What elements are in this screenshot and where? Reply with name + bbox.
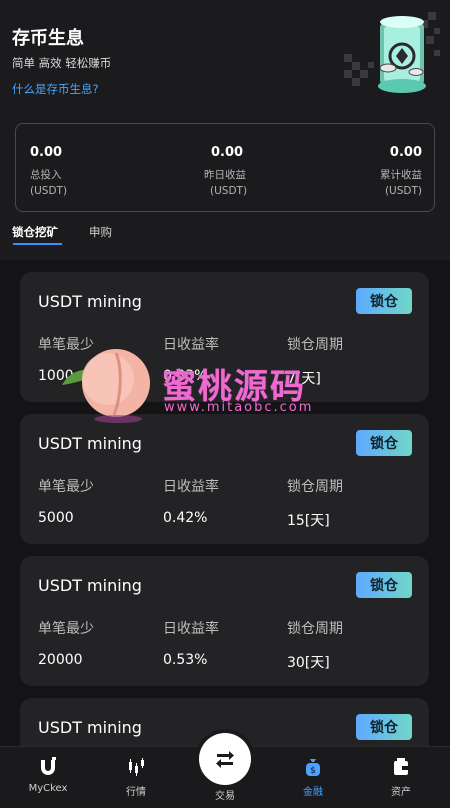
stat-value: 0.00 — [30, 145, 63, 160]
trade-button[interactable] — [199, 733, 251, 785]
earnings-summary: 0.00 总投入 (USDT) 0.00 昨日收益 (USDT) 0.00 累计… — [15, 123, 435, 212]
total-investment-stat: 0.00 总投入 (USDT) — [30, 124, 170, 213]
active-tab-indicator — [13, 243, 62, 245]
product-title: USDT mining — [38, 434, 142, 453]
magnet-logo-icon — [13, 755, 83, 779]
min-amount-label: 单笔最少 — [38, 337, 94, 353]
market-icon — [101, 755, 171, 779]
nav-item-finance[interactable]: $ 金融 — [278, 755, 348, 798]
nav-label-trade: 交易 — [215, 791, 235, 802]
nav-label: 行情 — [126, 787, 146, 798]
daily-rate: 日收益率 0.53% — [163, 618, 219, 668]
stat-label: 昨日收益 — [204, 169, 246, 181]
lock-period-value: 7[天] — [287, 371, 321, 387]
swap-icon — [216, 751, 234, 768]
tab-subscribe[interactable]: 申购 — [89, 224, 112, 240]
lock-button[interactable]: 锁仓 — [356, 288, 412, 314]
daily-rate: 日收益率 0.42% — [163, 476, 219, 526]
daily-rate-value: 0.53% — [163, 652, 208, 668]
stat-label: 累计收益 — [380, 169, 422, 181]
hero-illustration-icon — [344, 12, 440, 93]
product-card[interactable]: USDT mining 锁仓 单笔最少 20000 日收益率 0.53% 锁仓周… — [20, 556, 429, 686]
product-title: USDT mining — [38, 576, 142, 595]
nav-item-myckex[interactable]: MyCkex — [13, 755, 83, 794]
daily-rate-value: 0.42% — [163, 510, 208, 526]
page-title: 存币生息 — [12, 28, 84, 49]
lock-button[interactable]: 锁仓 — [356, 572, 412, 598]
min-amount-value: 1000 — [38, 368, 74, 384]
stat-unit: (USDT) — [384, 185, 422, 197]
wallet-icon — [366, 755, 436, 779]
product-card[interactable]: USDT mining 锁仓 单笔最少 1000 日收益率 0.33% 锁仓周期… — [20, 272, 429, 402]
nav-label: 金融 — [303, 787, 323, 798]
tab-lock-mining[interactable]: 锁仓挖矿 — [12, 224, 58, 240]
min-amount-value: 5000 — [38, 510, 74, 526]
money-bag-icon: $ — [278, 755, 348, 779]
daily-rate-value: 0.33% — [163, 368, 208, 384]
product-list: USDT mining 锁仓 单笔最少 1000 日收益率 0.33% 锁仓周期… — [0, 260, 450, 746]
daily-rate: 日收益率 0.33% — [163, 334, 219, 384]
lock-period: 锁仓周期 30[天] — [287, 618, 343, 672]
daily-rate-label: 日收益率 — [163, 621, 219, 637]
min-amount: 单笔最少 5000 — [38, 476, 94, 526]
product-title: USDT mining — [38, 718, 142, 737]
lock-period-label: 锁仓周期 — [287, 337, 343, 353]
min-amount: 单笔最少 1000 — [38, 334, 94, 384]
lock-period-label: 锁仓周期 — [287, 479, 343, 495]
nav-item-assets[interactable]: 资产 — [366, 755, 436, 798]
min-amount-label: 单笔最少 — [38, 479, 94, 495]
page-subtitle: 简单 高效 轻松赚币 — [12, 56, 112, 70]
help-link[interactable]: 什么是存币生息? — [12, 81, 99, 97]
lock-button[interactable]: 锁仓 — [356, 430, 412, 456]
yesterday-earnings-stat: 0.00 昨日收益 (USDT) — [156, 124, 296, 213]
daily-rate-label: 日收益率 — [163, 479, 219, 495]
nav-item-market[interactable]: 行情 — [101, 755, 171, 798]
page-header: 存币生息 简单 高效 轻松赚币 什么是存币生息? — [0, 0, 450, 115]
lock-period-value: 30[天] — [287, 655, 330, 671]
stat-unit: (USDT) — [210, 185, 248, 197]
nav-label: 资产 — [391, 787, 411, 798]
nav-label: MyCkex — [28, 783, 68, 794]
stat-value: 0.00 — [389, 145, 422, 160]
lock-period: 锁仓周期 7[天] — [287, 334, 343, 388]
stat-label: 总投入 — [30, 169, 62, 181]
lock-period-value: 15[天] — [287, 513, 330, 529]
stat-unit: (USDT) — [30, 185, 68, 197]
lock-period: 锁仓周期 15[天] — [287, 476, 343, 530]
daily-rate-label: 日收益率 — [163, 337, 219, 353]
min-amount: 单笔最少 20000 — [38, 618, 94, 668]
lock-button[interactable]: 锁仓 — [356, 714, 412, 740]
stat-value: 0.00 — [211, 145, 244, 160]
svg-text:$: $ — [310, 766, 316, 776]
product-card[interactable]: USDT mining 锁仓 单笔最少 5000 日收益率 0.42% 锁仓周期… — [20, 414, 429, 544]
cumulative-earnings-stat: 0.00 累计收益 (USDT) — [282, 124, 422, 213]
min-amount-value: 20000 — [38, 652, 83, 668]
lock-period-label: 锁仓周期 — [287, 621, 343, 637]
min-amount-label: 单笔最少 — [38, 621, 94, 637]
product-title: USDT mining — [38, 292, 142, 311]
